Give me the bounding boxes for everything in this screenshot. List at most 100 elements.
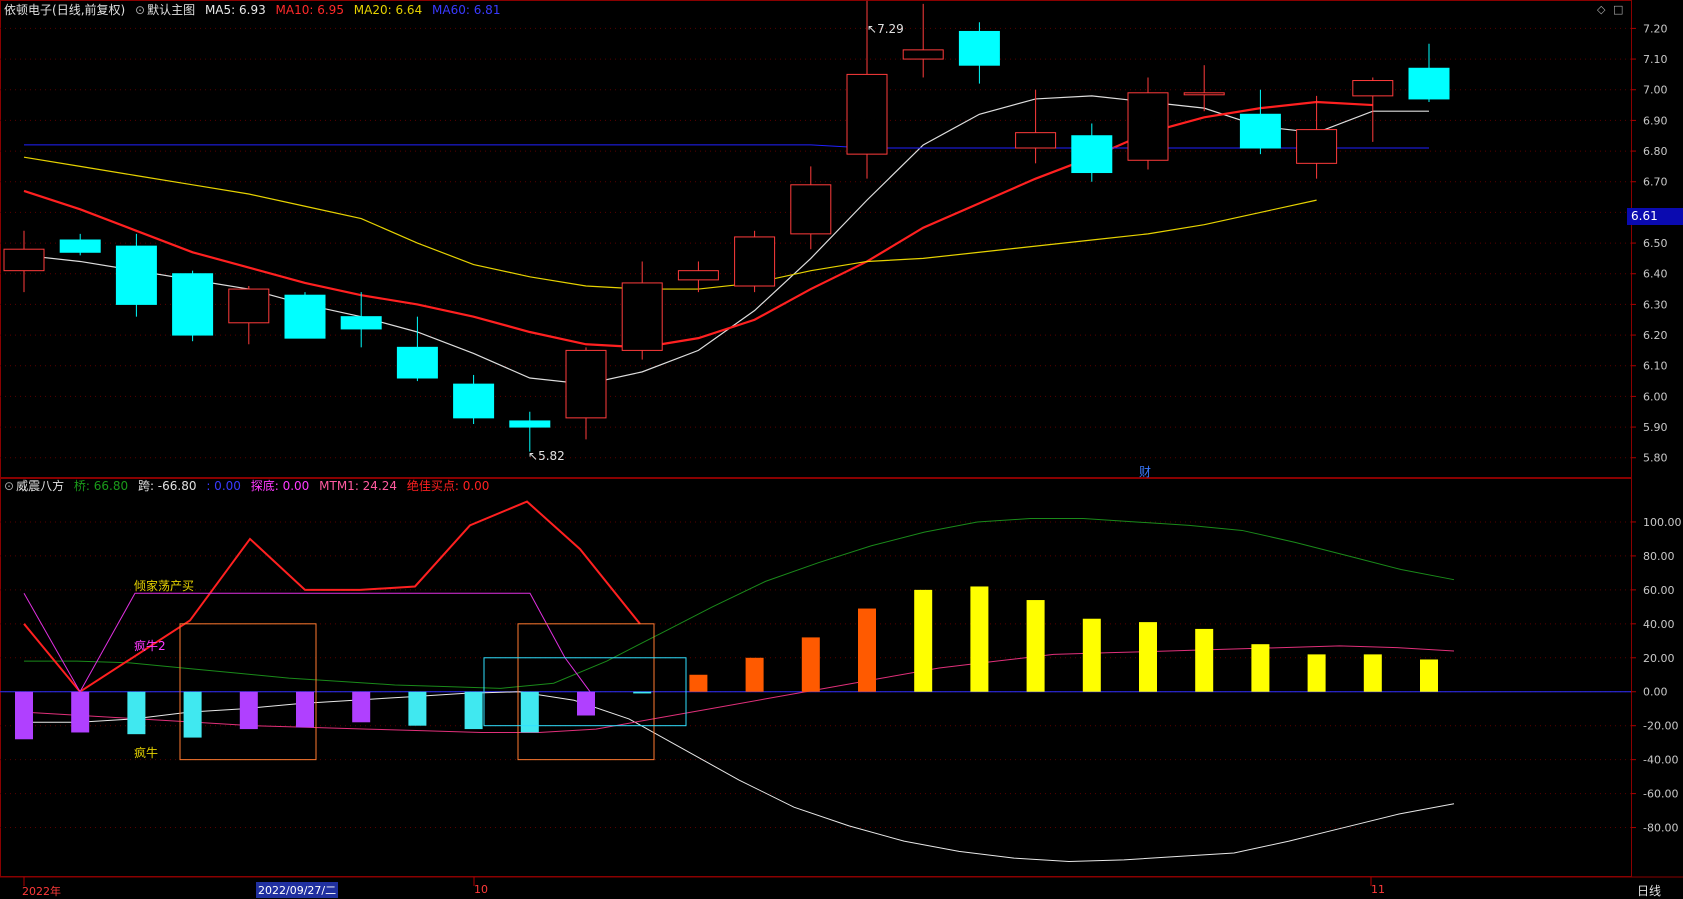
candle-body — [1183, 92, 1225, 96]
candle-body — [453, 383, 495, 419]
indicator-axis-label: -40.00 — [1643, 754, 1678, 767]
price-axis-label: 5.80 — [1643, 452, 1668, 465]
indicator-bar — [577, 691, 595, 716]
indicator-axis-label: -20.00 — [1643, 720, 1678, 733]
high-price-marker: ↖7.29 — [867, 22, 904, 36]
candle — [453, 374, 495, 424]
indicator-bar — [970, 586, 989, 692]
indicator-header: ⊙ 威震八方 桥: 66.80 跨: -66.80 : 0.00 探底: 0.00… — [4, 479, 495, 493]
candle — [340, 292, 382, 348]
low-price-marker: ↖5.82 — [528, 449, 565, 463]
indicator-bar — [1026, 600, 1045, 692]
price-axis-label: 6.00 — [1643, 390, 1668, 403]
candle-body — [228, 288, 270, 324]
square-icon[interactable]: □ — [1613, 3, 1623, 16]
price-axis-label: 6.20 — [1643, 329, 1668, 342]
indicator-axis-label: 100.00 — [1643, 516, 1682, 529]
candle — [284, 292, 326, 339]
current-price-badge: 6.61 — [1627, 208, 1683, 225]
candle-body — [902, 49, 944, 60]
ma60-value: MA60: 6.81 — [432, 3, 501, 17]
ma-line-ma20 — [23, 156, 1317, 290]
cursor-date: 2022/09/27/二 — [256, 882, 339, 898]
finance-marker[interactable]: 财 — [1139, 463, 1151, 480]
indicator-line — [23, 592, 591, 693]
candle-body — [115, 245, 157, 305]
candle — [1408, 43, 1450, 102]
indicator-axis-label: 20.00 — [1643, 652, 1675, 665]
price-axis-label: 5.90 — [1643, 421, 1668, 434]
candle — [115, 233, 157, 317]
price-axis-label: 6.40 — [1643, 268, 1668, 281]
candle-body — [284, 294, 326, 339]
candle — [734, 230, 776, 293]
indicator-value-3: : 0.00 — [206, 479, 241, 493]
main-chart-selector[interactable]: 默认主图 — [147, 3, 195, 17]
candle-body — [340, 316, 382, 330]
candle-body — [1127, 92, 1169, 161]
period-label[interactable]: 日线 — [1637, 882, 1661, 899]
price-axis-label: 6.80 — [1643, 145, 1668, 158]
candle-body — [565, 349, 607, 419]
indicator-axis-label: -60.00 — [1643, 788, 1678, 801]
indicator-bar — [914, 589, 933, 692]
indicator-axis-label: 40.00 — [1643, 618, 1675, 631]
signal-label-qingjia: 倾家荡产买 — [134, 579, 195, 593]
ma10-value: MA10: 6.95 — [275, 3, 344, 17]
candle — [1296, 95, 1338, 179]
candle-body — [1015, 132, 1057, 149]
indicator-bar — [464, 691, 483, 730]
indicator-value-6: 绝佳买点: 0.00 — [406, 479, 490, 493]
indicator-bar — [71, 691, 90, 733]
candle — [621, 261, 663, 360]
price-axis-label: 7.00 — [1643, 84, 1668, 97]
candle-body — [734, 236, 776, 287]
kline-chart-canvas[interactable]: 5.805.906.006.106.206.306.406.506.606.70… — [0, 0, 1683, 898]
price-axis-label: 6.30 — [1643, 298, 1668, 311]
indicator-bar — [1251, 644, 1270, 692]
price-axis-label: 7.20 — [1643, 22, 1668, 35]
main-pane-frame — [0, 0, 1632, 478]
candle — [1183, 65, 1225, 112]
candle — [565, 347, 607, 440]
candle-body — [396, 346, 438, 379]
date-year: 2022年 — [22, 885, 61, 898]
indicator-line — [24, 691, 1455, 863]
indicator-bar — [239, 691, 258, 730]
stock-name[interactable]: 依顿电子 — [4, 3, 52, 17]
candle — [902, 3, 944, 78]
indicator-selector-icon[interactable]: ⊙ — [4, 479, 14, 493]
candle-body — [172, 273, 214, 336]
diamond-icon[interactable]: ◇ — [1597, 3, 1605, 16]
candle-body — [621, 282, 663, 351]
candle-body — [1408, 67, 1450, 100]
indicator-line — [23, 500, 641, 694]
indicator-bar — [1420, 659, 1438, 692]
price-axis-label: 6.10 — [1643, 360, 1668, 373]
candle-body — [1352, 80, 1394, 97]
candle — [396, 316, 438, 382]
date-month-nov: 11 — [1371, 883, 1385, 896]
indicator-bar — [1307, 654, 1326, 692]
indicator-bar — [296, 691, 314, 728]
candle-body — [1071, 135, 1113, 174]
indicator-bar — [15, 691, 33, 740]
candle — [958, 22, 1000, 84]
indicator-name[interactable]: 威震八方 — [16, 479, 64, 493]
indicator-axis-label: -80.00 — [1643, 822, 1678, 835]
indicator-axis-label: 80.00 — [1643, 550, 1675, 563]
indicator-bar — [1363, 654, 1382, 692]
candle-body — [3, 248, 45, 272]
indicator-bar — [1139, 622, 1157, 692]
ma-line-ma10 — [23, 100, 1373, 349]
candle — [1239, 89, 1281, 155]
indicator-bar — [633, 691, 652, 694]
candle-body — [677, 270, 719, 281]
candle-body — [1296, 129, 1338, 164]
price-axis-label: 7.10 — [1643, 53, 1668, 66]
candle — [1071, 123, 1113, 182]
main-chart-selector-icon[interactable]: ⊙ — [135, 3, 145, 17]
price-axis-label: 6.70 — [1643, 176, 1668, 189]
candle — [1127, 77, 1169, 170]
indicator-bar — [520, 691, 539, 733]
